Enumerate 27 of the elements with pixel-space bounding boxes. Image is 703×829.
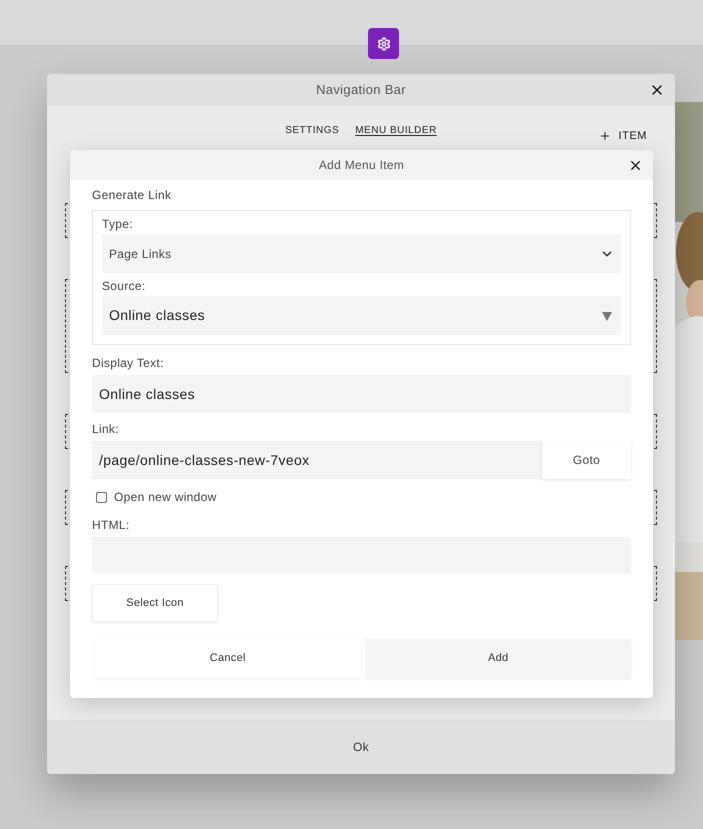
type-select[interactable]: Page Links: [102, 234, 621, 273]
caret-icon: [602, 310, 612, 320]
close-button[interactable]: [628, 158, 643, 173]
ok-button[interactable]: Ok: [47, 720, 675, 774]
display-text-field[interactable]: Online classes: [92, 375, 631, 413]
field-label: Source:: [102, 278, 146, 295]
field-label: Type:: [102, 216, 134, 233]
field-label: Link:: [92, 421, 120, 438]
checkbox[interactable]: [96, 492, 107, 502]
link-field[interactable]: /page/online-classes-new-7veox: [92, 441, 542, 479]
add-button[interactable]: Add: [366, 639, 631, 678]
select-icon-button[interactable]: Select Icon: [92, 584, 218, 622]
cancel-button[interactable]: Cancel: [95, 639, 360, 678]
settings-icon: [376, 36, 390, 50]
dialog-title: Navigation Bar: [316, 81, 406, 100]
checkbox-label: Open new window: [114, 489, 217, 506]
plus-icon: [598, 130, 611, 142]
add-item-button[interactable]: ITEM: [598, 128, 647, 144]
source-select[interactable]: Online classes: [102, 296, 621, 335]
tab[interactable]: MENU BUILDER: [355, 123, 437, 138]
dialog-title: Add Menu Item: [318, 157, 404, 174]
settings-button[interactable]: [368, 28, 399, 59]
tab[interactable]: SETTINGS: [285, 123, 340, 138]
section-label: Generate Link: [92, 187, 172, 204]
field-label: Display Text:: [92, 355, 165, 372]
goto-button[interactable]: Goto: [542, 441, 631, 479]
field-label: HTML:: [92, 517, 130, 534]
